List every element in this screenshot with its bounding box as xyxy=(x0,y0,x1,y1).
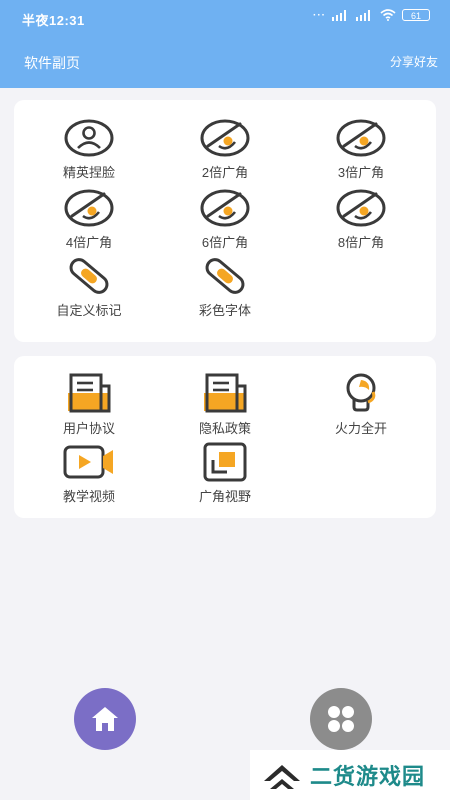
bulb-icon xyxy=(346,373,376,412)
more-item-tutorial-video[interactable]: 教学视频 xyxy=(19,442,159,505)
tools-card: 精英捏脸 2倍广角 3倍广角 4倍广角 6倍广角 8倍广角 自定义标记 彩色字体 xyxy=(14,100,436,342)
status-bar: 半夜12:31 ··· 61 xyxy=(0,0,450,36)
home-button[interactable] xyxy=(74,688,136,750)
status-time: 半夜12:31 xyxy=(22,13,85,28)
tool-label: 精英捏脸 xyxy=(62,165,115,180)
tool-label: 自定义标记 xyxy=(56,303,122,318)
lens-icon xyxy=(64,189,114,227)
tool-label: 4倍广角 xyxy=(65,235,113,250)
video-icon xyxy=(63,445,113,479)
more-item-wide-view[interactable]: 广角视野 xyxy=(155,442,295,505)
notification-dots: ··· xyxy=(313,9,326,21)
tool-label: 8倍广角 xyxy=(337,235,385,250)
more-label: 教学视频 xyxy=(62,489,115,504)
tool-item-6x-wide[interactable]: 6倍广角 xyxy=(155,188,295,251)
tool-item-face[interactable]: 精英捏脸 xyxy=(19,118,159,181)
watermark-logo-icon xyxy=(264,765,300,789)
tool-item-2x-wide[interactable]: 2倍广角 xyxy=(155,118,295,181)
link-icon xyxy=(205,258,245,294)
more-label: 广角视野 xyxy=(198,489,251,504)
tool-item-custom-mark[interactable]: 自定义标记 xyxy=(19,256,159,319)
watermark: 二货游戏园 xyxy=(250,750,450,800)
status-icons: ··· 61 xyxy=(313,9,430,21)
tool-item-8x-wide[interactable]: 8倍广角 xyxy=(291,188,431,251)
wifi-icon xyxy=(380,9,396,21)
more-item-full-fire[interactable]: 火力全开 xyxy=(291,372,431,437)
more-label: 火力全开 xyxy=(334,421,387,436)
face-icon xyxy=(64,119,114,157)
lens-icon xyxy=(200,189,250,227)
signal-icon xyxy=(356,10,370,21)
tool-label: 彩色字体 xyxy=(198,303,251,318)
share-button[interactable]: 分享好友 xyxy=(390,53,438,70)
tool-item-4x-wide[interactable]: 4倍广角 xyxy=(19,188,159,251)
watermark-text: 二货游戏园 xyxy=(310,764,426,789)
app-header: 半夜12:31 ··· 61 软件副页 分享好友 xyxy=(0,0,450,88)
grid-menu-button[interactable] xyxy=(310,688,372,750)
more-item-user-agreement[interactable]: 用户协议 xyxy=(19,372,159,437)
document-icon xyxy=(68,373,111,413)
tool-item-3x-wide[interactable]: 3倍广角 xyxy=(291,118,431,181)
home-icon xyxy=(92,707,118,731)
more-label: 隐私政策 xyxy=(198,421,251,436)
lens-icon xyxy=(200,119,250,157)
tool-label: 6倍广角 xyxy=(201,235,249,250)
grid-icon xyxy=(328,706,354,732)
lens-icon xyxy=(336,189,386,227)
more-label: 用户协议 xyxy=(62,421,115,436)
more-card: 用户协议 隐私政策 火力全开 教学视频 广角视野 xyxy=(14,356,436,518)
signal-icon xyxy=(332,10,346,21)
document-icon xyxy=(204,373,247,413)
link-icon xyxy=(69,258,109,294)
lens-icon xyxy=(336,119,386,157)
page-title: 软件副页 xyxy=(24,55,80,71)
crop-icon xyxy=(203,442,247,482)
battery-icon: 61 xyxy=(402,9,430,21)
more-item-privacy-policy[interactable]: 隐私政策 xyxy=(155,372,295,437)
tool-item-color-font[interactable]: 彩色字体 xyxy=(155,256,295,319)
tool-label: 2倍广角 xyxy=(201,165,249,180)
tool-label: 3倍广角 xyxy=(337,165,385,180)
